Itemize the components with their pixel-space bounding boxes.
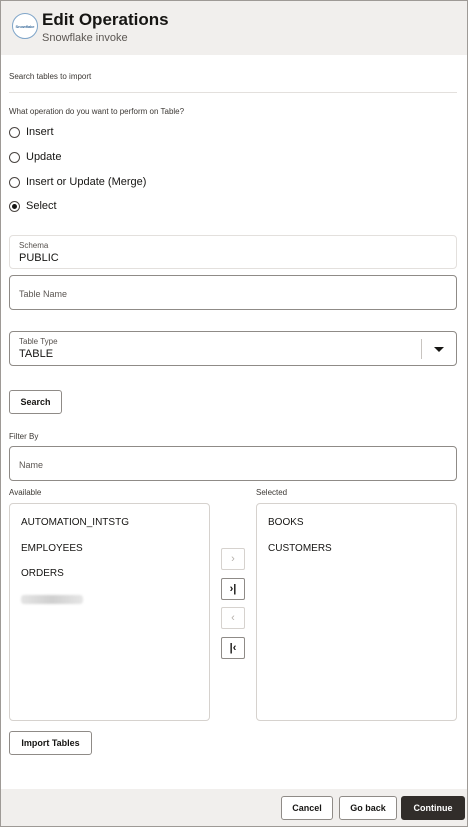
radio-label-insert: Insert — [26, 126, 54, 138]
table-type-label: Table Type — [19, 337, 58, 346]
logo-text: Snowflake — [15, 23, 35, 29]
table-name-placeholder: Table Name — [19, 289, 68, 299]
radio-circle[interactable] — [9, 126, 20, 138]
radio-circle-checked[interactable] — [9, 200, 20, 212]
list-item[interactable]: CUSTOMERS — [268, 543, 332, 554]
filter-by-label: Filter By — [9, 432, 39, 441]
radio-label-select: Select — [26, 200, 57, 212]
operation-question: What operation do you want to perform on… — [9, 107, 185, 116]
radio-circle[interactable] — [9, 151, 20, 163]
chevron-down-icon[interactable] — [434, 347, 444, 352]
move-left-button[interactable]: ‹ — [221, 607, 245, 629]
search-button[interactable]: Search — [9, 390, 62, 414]
list-item[interactable]: ORDERS — [21, 568, 64, 579]
table-type-value: TABLE — [19, 348, 54, 360]
dialog-title: Edit Operations — [42, 10, 169, 29]
snowflake-logo-icon: Snowflake — [12, 13, 38, 39]
move-all-right-button[interactable]: ›| — [221, 578, 245, 600]
radio-select[interactable]: Select — [9, 200, 57, 212]
selected-label: Selected — [256, 488, 288, 497]
radio-label-merge: Insert or Update (Merge) — [26, 176, 147, 188]
radio-update[interactable]: Update — [9, 151, 61, 163]
schema-label: Schema — [19, 241, 49, 250]
available-list[interactable]: AUTOMATION_INTSTG EMPLOYEES ORDERS — [9, 503, 210, 721]
list-item[interactable]: AUTOMATION_INTSTG — [21, 517, 129, 528]
dropdown-separator — [421, 339, 422, 359]
import-tables-button[interactable]: Import Tables — [9, 731, 92, 755]
search-tables-label: Search tables to import — [9, 72, 92, 81]
continue-button[interactable]: Continue — [401, 796, 465, 820]
dialog-subtitle: Snowflake invoke — [42, 32, 128, 44]
radio-merge[interactable]: Insert or Update (Merge) — [9, 176, 146, 188]
list-item[interactable]: BOOKS — [268, 517, 304, 528]
selected-list[interactable]: BOOKS CUSTOMERS — [256, 503, 457, 721]
filter-name-input[interactable]: Name — [9, 446, 457, 481]
filter-name-placeholder: Name — [19, 460, 44, 470]
list-item[interactable]: EMPLOYEES — [21, 543, 83, 554]
move-all-left-button[interactable]: |‹ — [221, 637, 245, 659]
schema-field: Schema PUBLIC — [9, 235, 457, 269]
radio-label-update: Update — [26, 151, 62, 163]
radio-circle[interactable] — [9, 176, 20, 188]
cancel-button[interactable]: Cancel — [281, 796, 333, 820]
section-divider — [9, 92, 457, 93]
table-type-select[interactable]: Table Type TABLE — [9, 331, 457, 366]
radio-insert[interactable]: Insert — [9, 126, 54, 138]
go-back-button[interactable]: Go back — [339, 796, 397, 820]
dialog-header: Snowflake Edit Operations Snowflake invo… — [1, 1, 467, 55]
dialog-footer: Cancel Go back Continue — [1, 789, 467, 826]
schema-value: PUBLIC — [19, 252, 59, 264]
redacted-list-item[interactable] — [21, 595, 83, 604]
table-name-input[interactable]: Table Name — [9, 275, 457, 310]
available-label: Available — [9, 488, 42, 497]
move-right-button[interactable]: › — [221, 548, 245, 570]
